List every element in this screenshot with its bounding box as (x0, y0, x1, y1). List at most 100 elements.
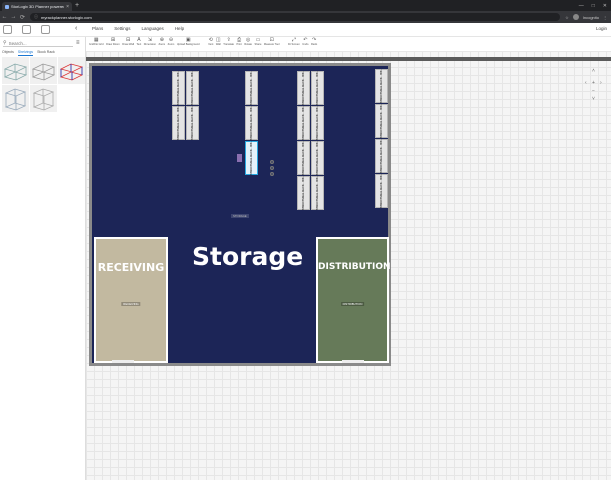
browser-menu-icon[interactable]: ⋮ (603, 15, 607, 20)
rack[interactable]: STRUCTURAL RACK - 008 - (311, 176, 324, 210)
pan-down-icon[interactable]: ˅ (592, 96, 595, 102)
toolbar-button[interactable]: ⊡ Measure Tool (264, 37, 280, 51)
shelving-thumbnail-icon (3, 63, 28, 81)
toolbar-button[interactable]: ↶ Undo (302, 37, 308, 51)
toolbar-button[interactable]: ⤢ Fit Screen (288, 37, 300, 51)
toolbar-button[interactable]: ⇪ Translate (223, 37, 234, 51)
zoom-in-icon[interactable]: + (592, 80, 595, 86)
pan-right-icon[interactable]: › (600, 80, 602, 86)
rack[interactable]: STRUCTURAL RACK - 008 - (245, 106, 258, 140)
toolbar-button[interactable]: A Text (137, 37, 142, 51)
forward-icon[interactable]: → (9, 14, 18, 20)
rack[interactable]: STRUCTURAL RACK - 008 - (311, 71, 324, 105)
distribution-room[interactable]: DISTRIBUTION DISTRIBUTION (316, 237, 391, 363)
rack[interactable]: STRUCTURAL RACK - 008 - (186, 71, 199, 105)
toolbar-button[interactable]: ⊞ Draw Room (106, 37, 120, 51)
address-bar: ← → ⟳ ⓘ myrackplanner.storlogix.com ☆ In… (0, 11, 611, 23)
toolbar-button[interactable]: ⎙ Print (236, 37, 241, 51)
panel-menu-icon[interactable]: ≡ (76, 40, 80, 46)
toolbar-label: Translate (223, 43, 234, 46)
rack-selected[interactable]: STRUCTURAL RACK - 008 - (245, 141, 258, 175)
search-icon: ⚲ (3, 40, 7, 46)
tab-close-icon[interactable]: × (66, 4, 69, 10)
rack[interactable]: STRUCTURAL RACK - 008 - (297, 106, 310, 140)
rack[interactable]: STRUCTURAL RACK - 008 - (375, 139, 388, 173)
toolbar-label: Dimension (143, 43, 157, 46)
receiving-room[interactable]: RECEIVING RECEIVING (94, 237, 168, 363)
catalog-icon[interactable] (3, 25, 12, 34)
storage-room-tag: STORAGE (231, 214, 249, 218)
object-marker[interactable] (237, 154, 242, 162)
toolbar-button[interactable]: ⊟ Draw Wall (122, 37, 134, 51)
zoom-out-icon[interactable]: − (592, 88, 595, 94)
rack[interactable]: STRUCTURAL RACK - 008 - (375, 69, 388, 103)
new-tab-button[interactable]: + (75, 1, 79, 10)
rack[interactable]: STRUCTURAL RACK - 008 - (245, 71, 258, 105)
rack[interactable]: STRUCTURAL RACK - 008 - (311, 106, 324, 140)
rotate-handle[interactable] (270, 160, 274, 164)
menu-languages[interactable]: Languages (142, 26, 164, 31)
toolbar-button[interactable]: ◫ Wall (216, 37, 221, 51)
receiving-door[interactable] (112, 360, 134, 363)
horizontal-ruler (86, 57, 611, 61)
toolbar-button[interactable]: ⊖ Zoom (168, 37, 175, 51)
bookmark-star-icon[interactable]: ☆ (565, 15, 569, 20)
maximize-icon[interactable]: □ (592, 3, 595, 9)
catalog-item-shelving[interactable] (2, 57, 29, 84)
rack-label: STRUCTURAL RACK - 008 - (302, 70, 305, 106)
toolbar-button[interactable]: ◎ Rotate (244, 37, 252, 51)
toolbar-label: Share (254, 43, 262, 46)
toolbar-button[interactable]: ⟲ Vent (208, 37, 213, 51)
close-window-icon[interactable]: ✕ (603, 3, 607, 9)
pan-left-icon[interactable]: ‹ (585, 80, 587, 86)
rack[interactable]: STRUCTURAL RACK - 008 - (297, 71, 310, 105)
toolbar-label: Redo (310, 43, 318, 46)
rack[interactable]: STRUCTURAL RACK - 008 - (375, 174, 388, 208)
toolbar-label: Vent (208, 43, 214, 46)
minimize-icon[interactable]: — (579, 3, 584, 9)
resize-handle[interactable] (270, 166, 274, 170)
toolbar-button[interactable]: ▭ Share (254, 37, 261, 51)
browser-tab[interactable]: StorLogix 3D Planner powered by StorLogi… (2, 2, 72, 11)
layers-icon[interactable] (22, 25, 31, 34)
toolbar-button[interactable]: ▦ Grid/No Grid (89, 37, 104, 51)
favicon-icon (5, 4, 9, 9)
distribution-door[interactable] (342, 360, 364, 363)
rack[interactable]: STRUCTURAL RACK - 008 - (186, 106, 199, 140)
toolbar-button[interactable]: ⇲ Dimension (144, 37, 156, 51)
rack[interactable]: STRUCTURAL RACK - 008 - (172, 71, 185, 105)
site-info-icon[interactable]: ⓘ (34, 14, 38, 20)
storage-room[interactable]: STORAGE Storage RECEIVING RECEIVING DIST… (92, 66, 391, 363)
rack[interactable]: STRUCTURAL RACK - 008 - (297, 176, 310, 210)
tab-stock-rack[interactable]: Stock Rack (37, 50, 55, 56)
rack[interactable]: STRUCTURAL RACK - 008 - (297, 141, 310, 175)
tab-shelvings[interactable]: Shelvings (17, 50, 34, 56)
catalog-item-shelving[interactable] (30, 57, 57, 84)
incognito-icon[interactable] (572, 14, 579, 20)
reload-icon[interactable]: ⟳ (18, 14, 27, 21)
rack[interactable]: STRUCTURAL RACK - 008 - (172, 106, 185, 140)
menu-settings[interactable]: Settings (114, 26, 130, 31)
toolbar-button[interactable]: ⊕ Zoom (159, 37, 166, 51)
floorplan-icon[interactable] (41, 25, 50, 34)
login-link[interactable]: Login (596, 26, 607, 31)
toolbar-button[interactable]: ↷ Redo (311, 37, 317, 51)
catalog-item-shelving[interactable] (2, 85, 29, 112)
catalog-item-pallet-rack[interactable] (58, 57, 85, 84)
tab-objects[interactable]: Objects (2, 50, 14, 56)
move-handle[interactable] (270, 172, 274, 176)
catalog-item-shelving[interactable] (30, 85, 57, 112)
search-input[interactable] (8, 40, 69, 46)
rack[interactable]: STRUCTURAL RACK - 008 - (311, 141, 324, 175)
menu-plans[interactable]: Plans (92, 26, 103, 31)
toolbar-button[interactable]: ▣ Upload Background (177, 37, 200, 51)
menu-help[interactable]: Help (175, 26, 184, 31)
pan-up-icon[interactable]: ˄ (592, 68, 595, 74)
back-icon[interactable]: ← (0, 14, 9, 20)
url-bar[interactable]: ⓘ myrackplanner.storlogix.com (30, 13, 560, 21)
collapse-panel-icon[interactable]: ‹ (75, 25, 77, 32)
floor-plan[interactable]: STORAGE Storage RECEIVING RECEIVING DIST… (89, 63, 391, 366)
rack-label: STRUCTURAL RACK - 008 - (380, 173, 383, 209)
rack-label: STRUCTURAL RACK - 008 - (302, 105, 305, 141)
rack[interactable]: STRUCTURAL RACK - 008 - (375, 104, 388, 138)
